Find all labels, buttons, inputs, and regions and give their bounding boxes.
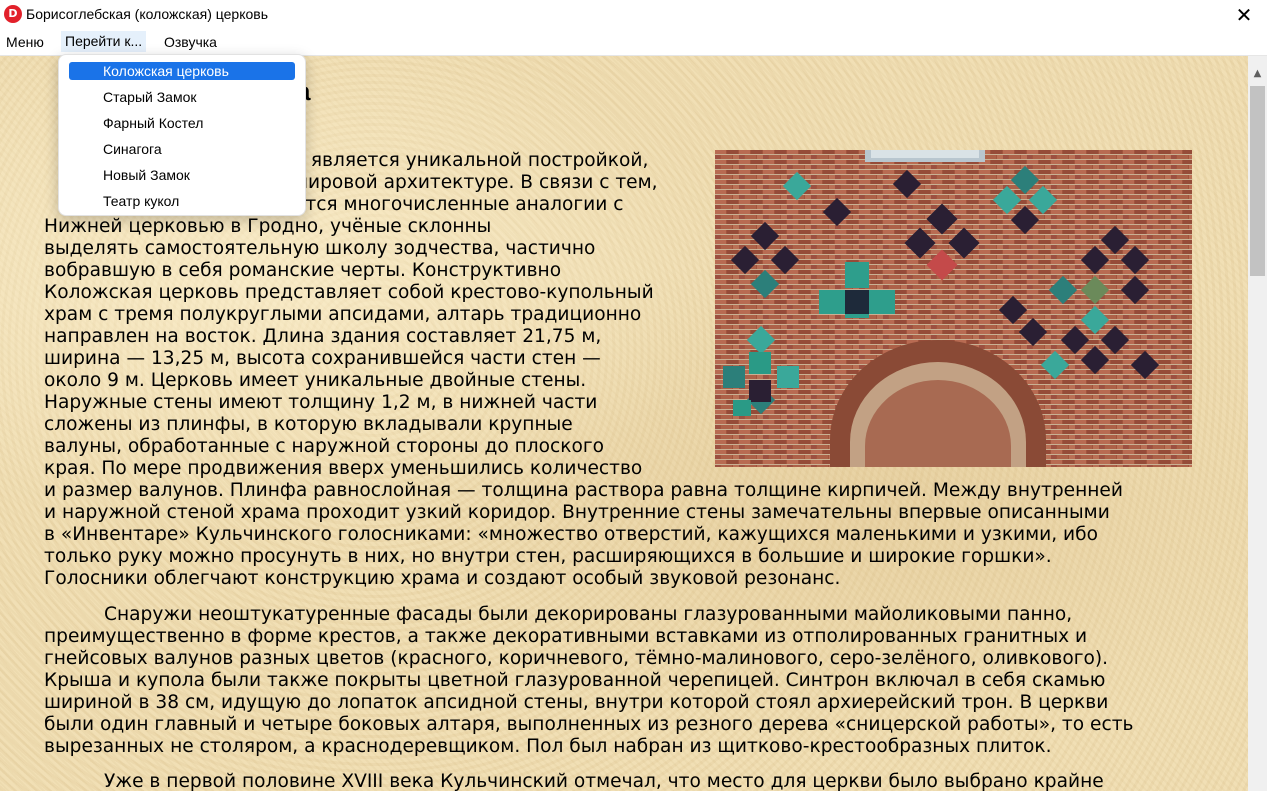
paragraph-line: вырезанных не столяром, а краснодеревщик… [44, 736, 1052, 757]
paragraph-line: Нижней церковью в Гродно, учёные склонны [44, 216, 492, 237]
title-bar: D Борисоглебская (коложская) церковь ✕ [0, 0, 1267, 30]
menu-item-voice[interactable]: Озвучка [160, 34, 221, 50]
dropdown-item-farny-church[interactable]: Фарный Костел [69, 114, 295, 132]
paragraph-line: и наружной стеной храма проходит узкий к… [44, 502, 1110, 523]
menu-bar: Меню Перейти к... Озвучка [0, 30, 1267, 56]
paragraph-line: храм с тремя полукруглыми апсидами, алта… [44, 304, 642, 325]
paragraph-line: ширина — 13,25 м, высота сохранившейся ч… [44, 348, 601, 369]
menu-item-goto[interactable]: Перейти к... [61, 31, 147, 52]
dropdown-item-old-castle[interactable]: Старый Замок [69, 88, 295, 106]
paragraph-1: ь является уникальной постройкой, мирово… [44, 150, 1224, 590]
paragraph-line: были один главный и четыре боковых алтар… [44, 714, 1134, 735]
paragraph-line: только руку можно просунуть в них, но вн… [44, 546, 1052, 567]
paragraph-line: Голосники облегчают конструкцию храма и … [44, 568, 841, 589]
dropdown-item-synagogue[interactable]: Синагога [69, 140, 295, 158]
scroll-up-arrow-icon[interactable]: ▲ [1248, 66, 1267, 82]
paragraph-line: направлен на восток. Длина здания состав… [44, 326, 602, 347]
paragraph-line: сложены из плинфы, в которую вкладывали … [44, 414, 573, 435]
paragraph-line: и размер валунов. Плинфа равнослойная — … [44, 480, 1123, 501]
paragraph-2: Снаружи неоштукатуренные фасады были дек… [44, 604, 1224, 758]
dropdown-item-puppet-theater[interactable]: Театр кукол [69, 192, 295, 210]
paragraph-line: гнейсовых валунов разных цветов (красног… [44, 648, 1109, 669]
paragraph-line: шириной в 38 см, идущую до лопаток апсид… [44, 692, 1109, 713]
menu-item-menu[interactable]: Меню [2, 34, 48, 50]
app-logo-icon: D [4, 5, 22, 23]
paragraph-line: Крыша и купола были также покрыты цветно… [44, 670, 1106, 691]
dropdown-item-new-castle[interactable]: Новый Замок [69, 166, 295, 184]
paragraph-line: Уже в первой половине XVIII века Кульчин… [104, 771, 1104, 791]
paragraph-3: Уже в первой половине XVIII века Кульчин… [44, 771, 1224, 791]
goto-dropdown-menu: Коложская церковь Старый Замок Фарный Ко… [58, 54, 306, 216]
vertical-scrollbar[interactable]: ▲ [1248, 56, 1267, 791]
paragraph-line: в «Инвентаре» Кульчинского голосниками: … [44, 524, 1098, 545]
paragraph-line: Коложская церковь представляет собой кре… [44, 282, 654, 303]
paragraph-line: Снаружи неоштукатуренные фасады были дек… [104, 604, 1073, 625]
paragraph-line: края. По мере продвижения вверх уменьшил… [44, 458, 643, 479]
paragraph-line: преимущественно в форме крестов, а также… [44, 626, 1088, 647]
paragraph-line: вобравшую в себя романские черты. Констр… [44, 260, 562, 281]
scroll-thumb[interactable] [1250, 86, 1265, 276]
window-title: Борисоглебская (коложская) церковь [26, 6, 268, 22]
dropdown-item-kolozha-church[interactable]: Коложская церковь [69, 62, 295, 80]
paragraph-line: выделять самостоятельную школу зодчества… [44, 238, 596, 259]
paragraph-line: Наружные стены имеют толщину 1,2 м, в ни… [44, 392, 598, 413]
close-icon[interactable]: ✕ [1231, 2, 1257, 28]
paragraph-line: около 9 м. Церковь имеет уникальные двой… [44, 370, 587, 391]
paragraph-line: валуны, обработанные с наружной стороны … [44, 436, 605, 457]
